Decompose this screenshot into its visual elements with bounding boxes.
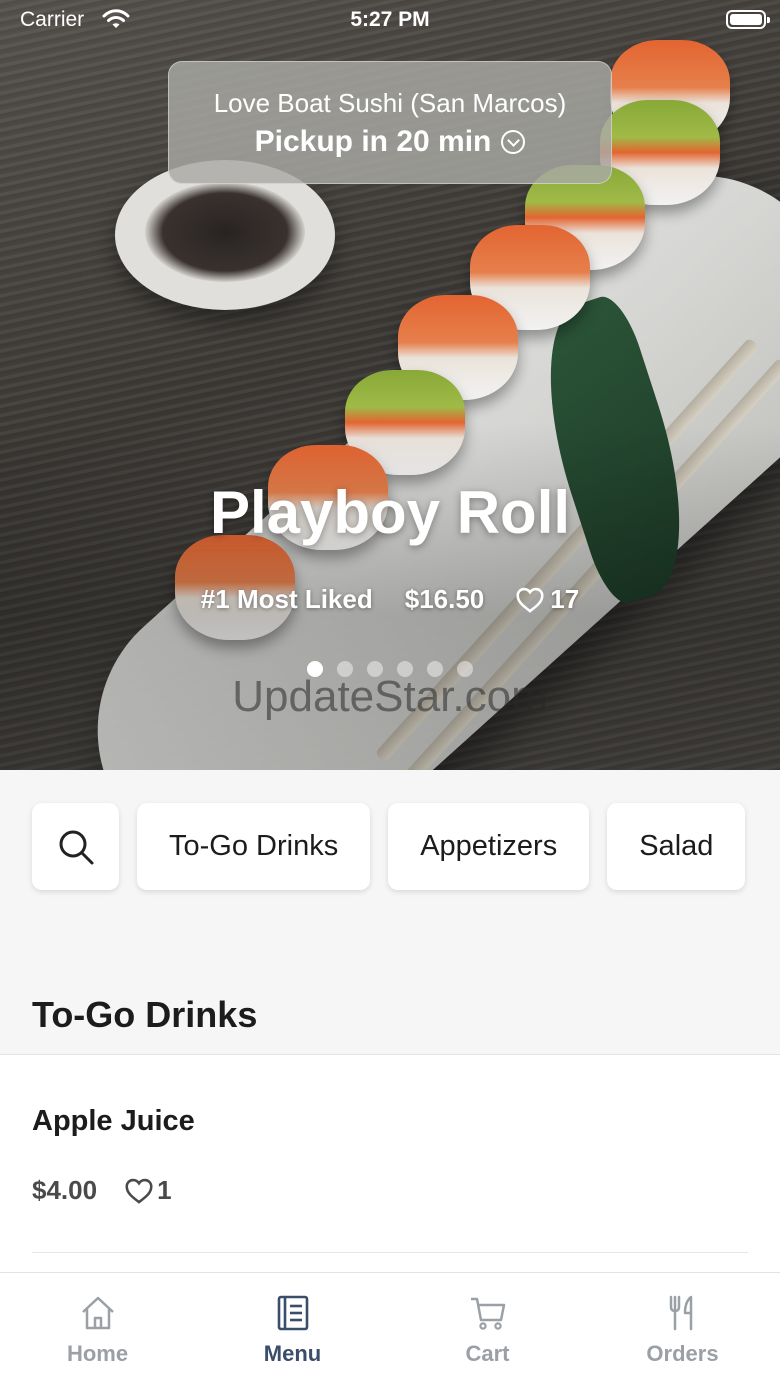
search-button[interactable] xyxy=(32,803,119,890)
featured-title: Playboy Roll xyxy=(209,479,571,546)
category-chip-to-go-drinks[interactable]: To-Go Drinks xyxy=(137,803,371,890)
restaurant-name: Love Boat Sushi (San Marcos) xyxy=(213,88,567,118)
tab-home[interactable]: Home xyxy=(0,1273,195,1387)
search-icon xyxy=(59,830,93,864)
tab-bar: Home Menu Cart Orders xyxy=(0,1272,780,1387)
featured-badge: #1 Most Liked xyxy=(200,584,373,614)
tab-orders-label: Orders xyxy=(646,1341,719,1366)
status-bar: Carrier 5:27 PM xyxy=(0,0,780,40)
tab-cart-label: Cart xyxy=(465,1341,510,1366)
category-chips: To-Go Drinks Appetizers Salad xyxy=(32,803,746,890)
menu-icon xyxy=(277,1295,308,1331)
pickup-time-label: Pickup in 20 min xyxy=(254,125,492,158)
menu-item-list: Apple Juice $4.00 1 xyxy=(0,1054,780,1294)
featured-meta: #1 Most Liked $16.50 17 xyxy=(0,584,780,615)
item-meta: $4.00 1 xyxy=(32,1175,172,1206)
heart-icon xyxy=(125,1178,153,1204)
watermark: UpdateStar.com xyxy=(232,672,548,721)
chevron-down-icon xyxy=(501,130,526,154)
home-icon xyxy=(81,1296,114,1330)
tab-menu[interactable]: Menu xyxy=(195,1273,390,1387)
item-likes[interactable]: 1 xyxy=(125,1175,172,1206)
heart-icon xyxy=(516,587,544,613)
section-title: To-Go Drinks xyxy=(32,994,258,1035)
tab-menu-label: Menu xyxy=(263,1341,322,1366)
cart-icon xyxy=(470,1297,505,1330)
status-time: 5:27 PM xyxy=(350,8,430,31)
item-price: $4.00 xyxy=(32,1175,98,1205)
divider xyxy=(32,1252,748,1253)
featured-likes-count: 17 xyxy=(550,584,580,614)
tab-orders[interactable]: Orders xyxy=(585,1273,780,1387)
category-chip-appetizers[interactable]: Appetizers xyxy=(388,803,590,890)
featured-likes[interactable]: 17 xyxy=(516,584,579,615)
featured-price: $16.50 xyxy=(404,584,485,614)
battery-icon xyxy=(726,10,770,29)
app-screen: Playboy Roll #1 Most Liked $16.50 17 Upd… xyxy=(0,0,780,1387)
utensils-icon xyxy=(669,1295,692,1331)
item-name: Apple Juice xyxy=(32,1105,195,1137)
item-likes-count: 1 xyxy=(157,1175,172,1205)
tab-home-label: Home xyxy=(66,1341,129,1366)
pickup-time: Pickup in 20 min xyxy=(255,125,526,159)
location-picker[interactable]: Love Boat Sushi (San Marcos) Pickup in 2… xyxy=(168,61,612,184)
tab-cart[interactable]: Cart xyxy=(390,1273,585,1387)
category-chip-salad[interactable]: Salad xyxy=(607,803,746,890)
